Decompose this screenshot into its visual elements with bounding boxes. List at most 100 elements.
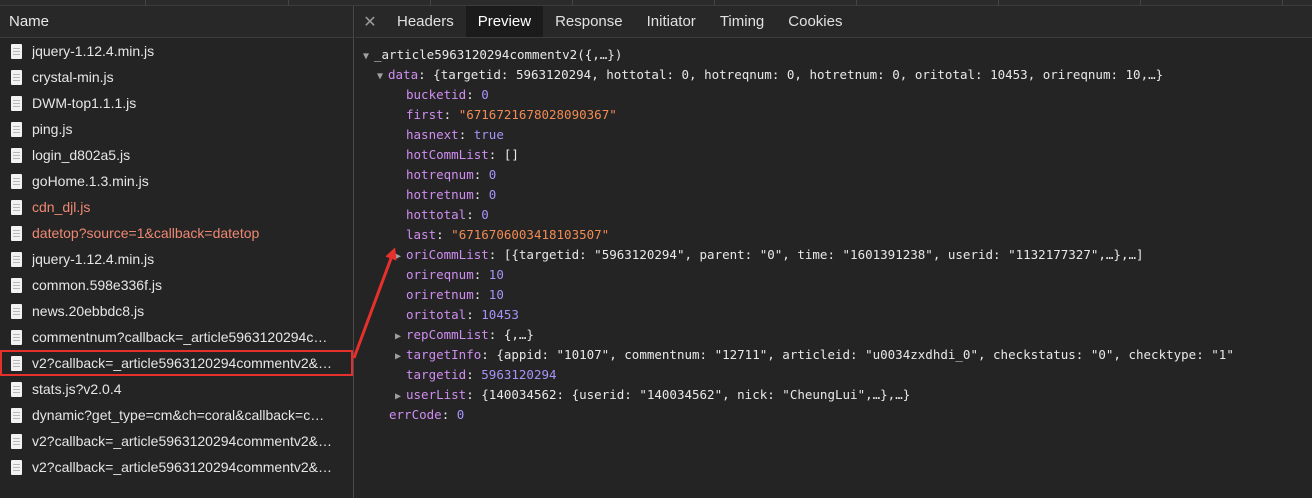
request-name: common.598e336f.js xyxy=(32,277,162,293)
request-name: v2?callback=_article5963120294commentv2&… xyxy=(32,433,333,449)
expanded-triangle-icon: ▼ xyxy=(377,71,384,82)
file-icon xyxy=(11,199,22,215)
json-field: hottotal: 0 xyxy=(406,207,489,222)
json-value: [{targetid: "5963120294", parent: "0", t… xyxy=(503,247,1144,262)
file-icon xyxy=(11,251,22,267)
tab-preview[interactable]: Preview xyxy=(465,6,544,37)
request-row[interactable]: v2?callback=_article5963120294commentv2&… xyxy=(0,454,353,480)
json-key: hasnext xyxy=(406,127,459,142)
json-field: hotCommList: [] xyxy=(406,147,519,162)
file-icon xyxy=(11,69,22,85)
json-value: 10 xyxy=(488,267,504,282)
request-name: jquery-1.12.4.min.js xyxy=(32,251,155,267)
tab-response[interactable]: Response xyxy=(543,6,635,37)
request-name: cdn_djl.js xyxy=(32,199,91,215)
request-name: v2?callback=_article5963120294commentv2&… xyxy=(32,355,333,371)
json-field[interactable]: ▶ oriCommList: [{targetid: "5963120294", … xyxy=(395,245,1144,265)
json-field: targetid: 5963120294 xyxy=(406,367,557,382)
tab-cookies[interactable]: Cookies xyxy=(776,6,854,37)
json-root-label: _article5963120294commentv2({,…}) xyxy=(374,47,623,62)
json-key: targetInfo xyxy=(406,347,482,362)
file-icon xyxy=(11,459,22,475)
json-key: first xyxy=(406,107,444,122)
request-name: dynamic?get_type=cm&ch=coral&callback=c… xyxy=(32,407,325,423)
json-root-node[interactable]: ▼ _article5963120294commentv2({,…}) xyxy=(363,45,622,65)
json-field: bucketid: 0 xyxy=(406,87,489,102)
json-value: 10 xyxy=(488,287,504,302)
json-value: "6716706003418103507" xyxy=(451,227,610,242)
json-key: orireqnum xyxy=(406,267,474,282)
request-row[interactable]: jquery-1.12.4.min.js xyxy=(0,246,353,272)
file-icon xyxy=(11,95,22,111)
json-field: oriretnum: 10 xyxy=(406,287,504,302)
file-icon xyxy=(11,381,22,397)
request-row-failed[interactable]: cdn_djl.js xyxy=(0,194,353,220)
file-icon xyxy=(11,277,22,293)
request-row[interactable]: crystal-min.js xyxy=(0,64,353,90)
json-field[interactable]: ▶ repCommList: {,…} xyxy=(395,325,534,345)
json-key: bucketid xyxy=(406,87,467,102)
json-key: oriCommList xyxy=(406,247,489,262)
file-icon xyxy=(11,433,22,449)
request-row-failed[interactable]: datetop?source=1&callback=datetop xyxy=(0,220,353,246)
json-value: 0 xyxy=(456,407,465,422)
json-key: repCommList xyxy=(406,327,489,342)
file-icon xyxy=(11,225,22,241)
request-name: goHome.1.3.min.js xyxy=(32,173,149,189)
json-value: 5963120294 xyxy=(481,367,557,382)
json-key: last xyxy=(406,227,437,242)
collapsed-triangle-icon: ▶ xyxy=(395,251,402,262)
request-name: login_d802a5.js xyxy=(32,147,131,163)
json-value: {,…} xyxy=(503,327,534,342)
json-field-last: last: "6716706003418103507" xyxy=(406,227,610,242)
json-key: targetid xyxy=(406,367,467,382)
request-row[interactable]: ping.js xyxy=(0,116,353,142)
collapsed-triangle-icon: ▶ xyxy=(395,351,402,362)
json-key: userList xyxy=(406,387,467,402)
json-key: hotretnum xyxy=(406,187,474,202)
expanded-triangle-icon: ▼ xyxy=(363,51,370,62)
request-detail-panel: ✕ Headers Preview Response Initiator Tim… xyxy=(355,6,1312,498)
json-value: 0 xyxy=(481,87,489,102)
detail-tabs: ✕ Headers Preview Response Initiator Tim… xyxy=(355,6,1312,38)
json-field: hotretnum: 0 xyxy=(406,187,497,202)
json-key: hottotal xyxy=(406,207,467,222)
name-column-header[interactable]: Name xyxy=(0,6,353,38)
file-icon xyxy=(11,407,22,423)
file-icon xyxy=(11,121,22,137)
file-icon xyxy=(11,355,22,371)
request-name: ping.js xyxy=(32,121,73,137)
request-name: jquery-1.12.4.min.js xyxy=(32,43,155,59)
request-name: DWM-top1.1.1.js xyxy=(32,95,137,111)
json-field[interactable]: ▶ targetInfo: {appid: "10107", commentnum… xyxy=(395,345,1234,365)
request-row[interactable]: DWM-top1.1.1.js xyxy=(0,90,353,116)
json-value: {appid: "10107", commentnum: "12711", ar… xyxy=(496,347,1234,362)
request-row[interactable]: news.20ebbdc8.js xyxy=(0,298,353,324)
close-icon[interactable]: ✕ xyxy=(355,6,385,37)
json-field: oritotal: 10453 xyxy=(406,307,519,322)
json-value: {targetid: 5963120294, hottotal: 0, hotr… xyxy=(433,67,1164,82)
request-row[interactable]: goHome.1.3.min.js xyxy=(0,168,353,194)
request-row[interactable]: common.598e336f.js xyxy=(0,272,353,298)
tab-initiator[interactable]: Initiator xyxy=(635,6,708,37)
tab-timing[interactable]: Timing xyxy=(708,6,776,37)
file-icon xyxy=(11,43,22,59)
request-row[interactable]: dynamic?get_type=cm&ch=coral&callback=c… xyxy=(0,402,353,428)
collapsed-triangle-icon: ▶ xyxy=(395,331,402,342)
request-row[interactable]: stats.js?v2.0.4 xyxy=(0,376,353,402)
request-row[interactable]: v2?callback=_article5963120294commentv2&… xyxy=(0,428,353,454)
file-icon xyxy=(11,329,22,345)
request-row[interactable]: jquery-1.12.4.min.js xyxy=(0,38,353,64)
json-field[interactable]: ▶ userList: {140034562: {userid: "1400345… xyxy=(395,385,910,405)
json-key: hotCommList xyxy=(406,147,489,162)
request-row[interactable]: login_d802a5.js xyxy=(0,142,353,168)
request-name: datetop?source=1&callback=datetop xyxy=(32,225,260,241)
request-row[interactable]: commentnum?callback=_article5963120294c… xyxy=(0,324,353,350)
file-icon xyxy=(11,303,22,319)
json-value: 0 xyxy=(488,167,497,182)
request-name: crystal-min.js xyxy=(32,69,114,85)
json-value: 0 xyxy=(488,187,497,202)
tab-headers[interactable]: Headers xyxy=(385,6,466,37)
request-row-selected[interactable]: v2?callback=_article5963120294commentv2&… xyxy=(0,350,353,376)
json-data-node[interactable]: ▼ data: {targetid: 5963120294, hottotal: … xyxy=(377,65,1163,85)
